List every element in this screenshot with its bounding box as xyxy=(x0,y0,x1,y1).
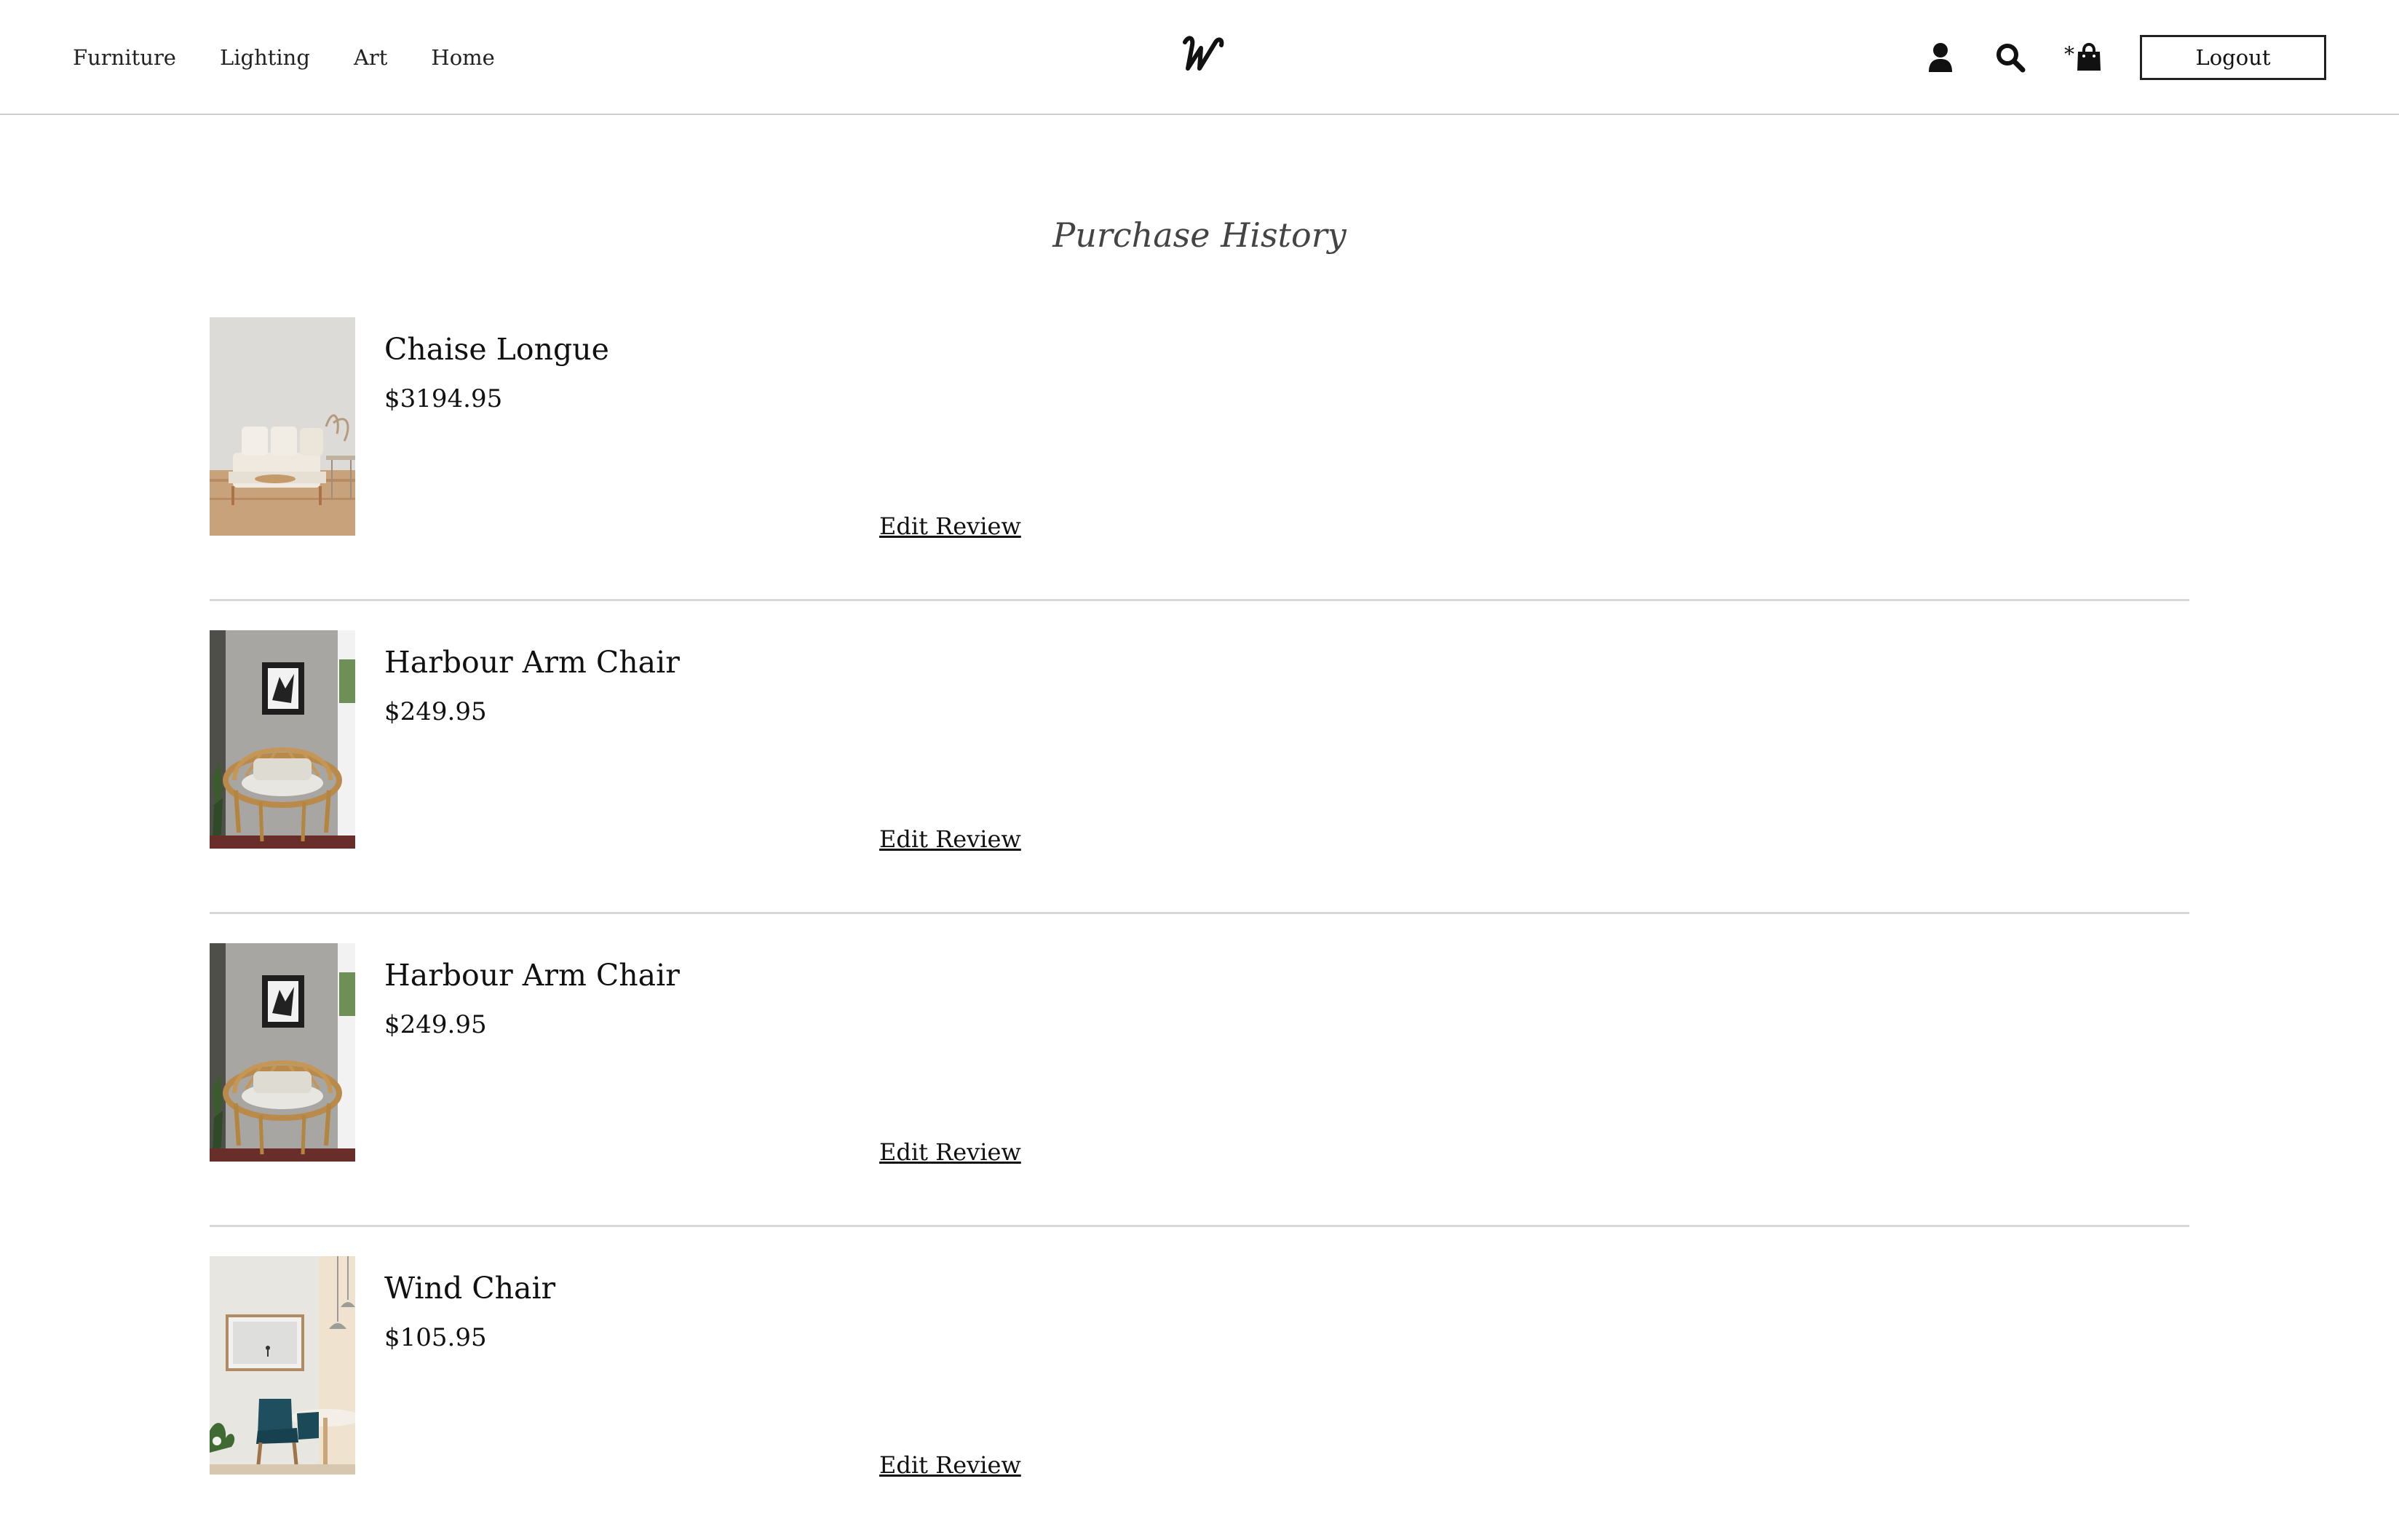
product-name[interactable]: Wind Chair xyxy=(384,1271,555,1306)
product-price: $105.95 xyxy=(384,1323,487,1352)
cart-count: * xyxy=(2064,42,2074,66)
header-actions: * Logout xyxy=(1924,0,2326,115)
edit-review-link[interactable]: Edit Review xyxy=(879,512,1021,540)
purchase-list: Chaise Longue $3194.95 Edit Review Harbo… xyxy=(210,317,2189,1540)
nav-item-furniture[interactable]: Furniture xyxy=(73,45,176,70)
edit-review-link[interactable]: Edit Review xyxy=(879,1138,1021,1166)
nav-item-home[interactable]: Home xyxy=(431,45,494,70)
purchase-item: Harbour Arm Chair $249.95 Edit Review xyxy=(210,943,2189,1227)
product-image-sofa[interactable] xyxy=(210,317,355,536)
product-name[interactable]: Chaise Longue xyxy=(384,332,609,367)
product-name[interactable]: Harbour Arm Chair xyxy=(384,958,680,993)
purchase-item: Harbour Arm Chair $249.95 Edit Review xyxy=(210,630,2189,914)
site-header: Furniture Lighting Art Home * Logout xyxy=(0,0,2399,115)
search-icon[interactable] xyxy=(1994,41,2026,74)
nav-item-lighting[interactable]: Lighting xyxy=(220,45,310,70)
product-price: $249.95 xyxy=(384,697,487,726)
user-icon[interactable] xyxy=(1924,41,1956,74)
nav-item-art[interactable]: Art xyxy=(354,45,387,70)
edit-review-link[interactable]: Edit Review xyxy=(879,825,1021,853)
logout-button[interactable]: Logout xyxy=(2140,35,2326,80)
product-image-chair[interactable] xyxy=(210,630,355,849)
product-name[interactable]: Harbour Arm Chair xyxy=(384,645,680,680)
shopping-bag-icon xyxy=(2077,43,2101,71)
product-price: $3194.95 xyxy=(384,384,503,413)
logo-icon[interactable] xyxy=(1179,26,1230,77)
purchase-item: Chaise Longue $3194.95 Edit Review xyxy=(210,317,2189,601)
purchase-item: Wind Chair $105.95 Edit Review xyxy=(210,1256,2189,1540)
page-title: Purchase History xyxy=(1052,215,1347,255)
cart-button[interactable]: * xyxy=(2064,41,2102,74)
main-nav: Furniture Lighting Art Home xyxy=(73,0,495,115)
product-image-chair[interactable] xyxy=(210,943,355,1162)
edit-review-link[interactable]: Edit Review xyxy=(879,1451,1021,1479)
product-image-dining[interactable] xyxy=(210,1256,355,1474)
product-price: $249.95 xyxy=(384,1010,487,1039)
